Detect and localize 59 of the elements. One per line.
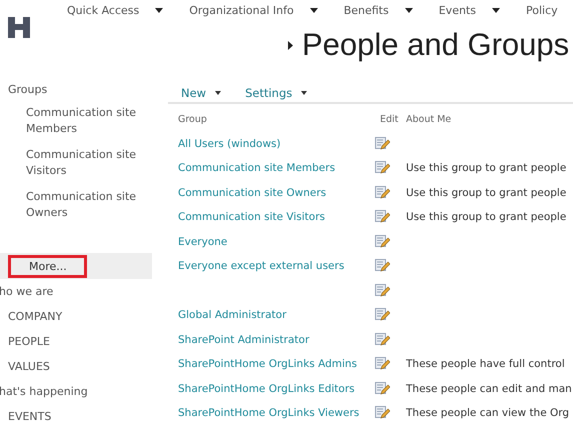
- group-link[interactable]: SharePointHome OrgLinks Editors: [178, 382, 355, 395]
- more-link[interactable]: More...: [8, 254, 87, 278]
- about-text: These people can edit and man: [406, 382, 572, 395]
- edit-icon[interactable]: [375, 259, 390, 274]
- group-link[interactable]: Communication site Members: [178, 162, 336, 174]
- sidebar-item[interactable]: Communication site Visitors: [0, 145, 152, 187]
- sidebar-item[interactable]: EVENTS: [0, 404, 152, 429]
- edit-icon[interactable]: [375, 284, 390, 298]
- breadcrumb-arrow-icon: [288, 40, 293, 50]
- edit-icon[interactable]: [375, 357, 390, 372]
- group-link[interactable]: Communication site Visitors: [178, 211, 325, 224]
- nav-link[interactable]: Policy: [526, 4, 558, 17]
- edit-icon[interactable]: [375, 308, 390, 322]
- group-link[interactable]: Global Administrator: [178, 309, 286, 322]
- about-text: Use this group to grant people: [406, 162, 566, 174]
- group-link[interactable]: Communication site Owners: [178, 186, 326, 199]
- edit-icon[interactable]: [375, 234, 390, 249]
- sidebar-item[interactable]: Communication site Owners: [0, 187, 152, 229]
- sidebar-item[interactable]: Communication site Members: [0, 103, 152, 145]
- column-header: Group: [178, 114, 208, 125]
- column-header: Edit: [379, 114, 400, 125]
- caret-icon[interactable]: [310, 8, 318, 13]
- group-link[interactable]: SharePointHome OrgLinks Viewers: [178, 407, 360, 420]
- sidebar-item[interactable]: COMPANY: [0, 304, 152, 329]
- sidebar-heading[interactable]: ho we are: [0, 279, 152, 304]
- logo-icon[interactable]: [8, 17, 30, 38]
- column-header: About Me: [406, 114, 452, 125]
- about-text: These people can view the Org: [406, 407, 570, 420]
- toolbar-menu[interactable]: New: [181, 86, 206, 100]
- sidebar-item[interactable]: PEOPLE: [0, 329, 152, 354]
- edit-icon[interactable]: [375, 186, 390, 200]
- edit-icon[interactable]: [375, 332, 390, 347]
- edit-icon[interactable]: [375, 382, 390, 396]
- caret-icon[interactable]: [404, 8, 413, 13]
- edit-icon[interactable]: [375, 406, 390, 420]
- nav-link[interactable]: Events: [438, 4, 476, 17]
- sidebar-heading[interactable]: Groups: [0, 80, 152, 103]
- caret-icon[interactable]: [301, 91, 308, 95]
- nav-link[interactable]: Benefits: [344, 4, 389, 17]
- toolbar-menu[interactable]: Settings: [245, 86, 292, 100]
- group-link[interactable]: SharePoint Administrator: [178, 334, 310, 346]
- caret-icon[interactable]: [492, 8, 500, 13]
- about-text: These people have full control: [406, 358, 565, 370]
- group-link[interactable]: Everyone except external users: [178, 260, 344, 272]
- sidebar-heading[interactable]: hat's happening: [0, 379, 152, 404]
- about-text: Use this group to grant people: [406, 211, 566, 224]
- page-title: People and Groups: [302, 27, 570, 63]
- edit-icon[interactable]: [375, 161, 390, 176]
- nav-link[interactable]: Organizational Info: [189, 4, 294, 17]
- group-link[interactable]: All Users (windows): [178, 138, 281, 150]
- caret-icon[interactable]: [215, 91, 222, 95]
- sidebar-item[interactable]: VALUES: [0, 354, 152, 379]
- edit-icon[interactable]: [375, 136, 390, 151]
- about-text: Use this group to grant people: [406, 186, 566, 199]
- group-link[interactable]: Everyone: [178, 236, 228, 248]
- edit-icon[interactable]: [375, 210, 390, 224]
- group-link[interactable]: SharePointHome OrgLinks Admins: [178, 358, 358, 370]
- caret-icon[interactable]: [155, 8, 164, 13]
- nav-link[interactable]: Quick Access: [67, 4, 140, 17]
